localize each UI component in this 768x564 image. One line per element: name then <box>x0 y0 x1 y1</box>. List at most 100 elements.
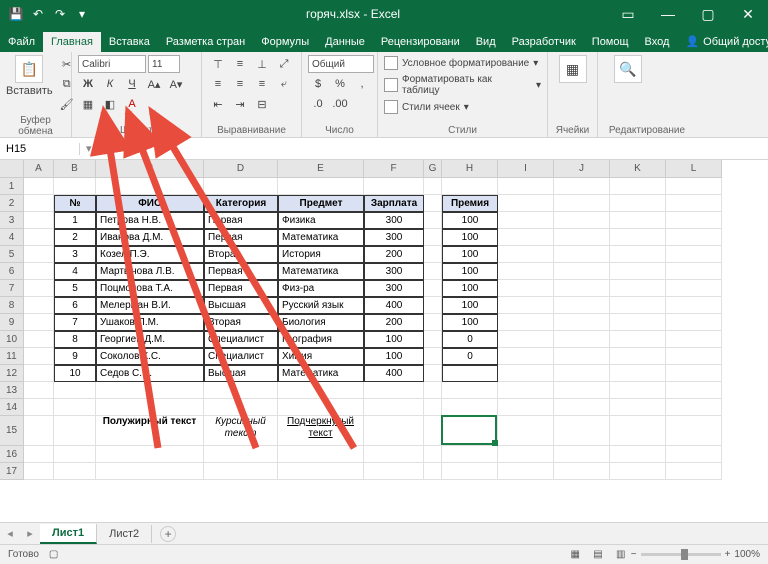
cell-G11[interactable] <box>424 348 442 365</box>
cell-G3[interactable] <box>424 212 442 229</box>
cell-B5[interactable]: 3 <box>54 246 96 263</box>
cell-C1[interactable] <box>96 178 204 195</box>
cell-G12[interactable] <box>424 365 442 382</box>
cell-J15[interactable] <box>554 416 610 446</box>
view-page-layout-icon[interactable]: ▤ <box>588 549 608 560</box>
zoom-slider[interactable] <box>641 553 721 556</box>
tab-insert[interactable]: Вставка <box>101 32 158 52</box>
cell-C5[interactable]: Козел П.Э. <box>96 246 204 263</box>
cell-H8[interactable]: 100 <box>442 297 498 314</box>
cell-F9[interactable]: 200 <box>364 314 424 331</box>
cell-C6[interactable]: Мартынова Л.В. <box>96 263 204 280</box>
cell-J14[interactable] <box>554 399 610 416</box>
cell-G2[interactable] <box>424 195 442 212</box>
cell-L9[interactable] <box>666 314 722 331</box>
name-box[interactable]: H15 <box>0 143 80 155</box>
cell-K9[interactable] <box>610 314 666 331</box>
cell-B4[interactable]: 2 <box>54 229 96 246</box>
cell-B14[interactable] <box>54 399 96 416</box>
sheet-nav-prev[interactable]: ◂ <box>0 527 20 540</box>
cell-L1[interactable] <box>666 178 722 195</box>
cell-A11[interactable] <box>24 348 54 365</box>
cell-F5[interactable]: 200 <box>364 246 424 263</box>
italic-button[interactable]: К <box>100 75 120 93</box>
select-all-corner[interactable] <box>0 160 24 178</box>
cell-B8[interactable]: 6 <box>54 297 96 314</box>
cell-K10[interactable] <box>610 331 666 348</box>
cell-K2[interactable] <box>610 195 666 212</box>
add-sheet-button[interactable]: + <box>160 526 176 542</box>
col-header-B[interactable]: B <box>54 160 96 178</box>
sheet-nav-next[interactable]: ▸ <box>20 527 40 540</box>
cell-H16[interactable] <box>442 446 498 463</box>
col-header-C[interactable]: C <box>96 160 204 178</box>
cell-A3[interactable] <box>24 212 54 229</box>
cell-J7[interactable] <box>554 280 610 297</box>
tab-login[interactable]: Вход <box>637 32 678 52</box>
cell-H2[interactable]: Премия <box>442 195 498 212</box>
macro-record-icon[interactable]: ▢ <box>49 549 58 560</box>
cell-D1[interactable] <box>204 178 278 195</box>
cell-A9[interactable] <box>24 314 54 331</box>
cell-F8[interactable]: 400 <box>364 297 424 314</box>
qat-dropdown-icon[interactable]: ▾ <box>72 4 92 24</box>
bold-button[interactable]: Ж <box>78 75 98 93</box>
cell-E12[interactable]: Математика <box>278 365 364 382</box>
cell-C2[interactable]: ФИО <box>96 195 204 212</box>
cell-J16[interactable] <box>554 446 610 463</box>
cell-G16[interactable] <box>424 446 442 463</box>
cell-A10[interactable] <box>24 331 54 348</box>
cell-L12[interactable] <box>666 365 722 382</box>
cell-D11[interactable]: Специалист <box>204 348 278 365</box>
cell-L10[interactable] <box>666 331 722 348</box>
cell-J3[interactable] <box>554 212 610 229</box>
col-header-L[interactable]: L <box>666 160 722 178</box>
fx-icon[interactable]: fx <box>99 143 123 155</box>
cell-K15[interactable] <box>610 416 666 446</box>
cell-C10[interactable]: Георгиев Д.М. <box>96 331 204 348</box>
font-name-select[interactable]: Calibri <box>78 55 146 73</box>
cell-K4[interactable] <box>610 229 666 246</box>
cell-I8[interactable] <box>498 297 554 314</box>
cell-H5[interactable]: 100 <box>442 246 498 263</box>
cell-G13[interactable] <box>424 382 442 399</box>
cell-E7[interactable]: Физ-ра <box>278 280 364 297</box>
cell-E9[interactable]: Биология <box>278 314 364 331</box>
tab-formulas[interactable]: Формулы <box>253 32 317 52</box>
minimize-icon[interactable]: — <box>648 0 688 28</box>
cell-L16[interactable] <box>666 446 722 463</box>
row-header-13[interactable]: 13 <box>0 382 24 399</box>
tab-developer[interactable]: Разработчик <box>504 32 584 52</box>
percent-icon[interactable]: % <box>330 75 350 93</box>
cell-L14[interactable] <box>666 399 722 416</box>
cell-L8[interactable] <box>666 297 722 314</box>
row-header-1[interactable]: 1 <box>0 178 24 195</box>
cell-B12[interactable]: 10 <box>54 365 96 382</box>
tab-help[interactable]: Помощ <box>584 32 637 52</box>
cell-H4[interactable]: 100 <box>442 229 498 246</box>
cell-C9[interactable]: Ушаков П.М. <box>96 314 204 331</box>
cell-E5[interactable]: История <box>278 246 364 263</box>
cell-A12[interactable] <box>24 365 54 382</box>
decrease-font-icon[interactable]: A▾ <box>166 75 186 93</box>
col-header-A[interactable]: A <box>24 160 54 178</box>
cell-E6[interactable]: Математика <box>278 263 364 280</box>
align-center-icon[interactable]: ≡ <box>230 75 250 93</box>
editing-button[interactable]: 🔍 <box>604 55 652 83</box>
cell-E14[interactable] <box>278 399 364 416</box>
cell-J8[interactable] <box>554 297 610 314</box>
cell-G17[interactable] <box>424 463 442 480</box>
cell-H14[interactable] <box>442 399 498 416</box>
cell-J5[interactable] <box>554 246 610 263</box>
cell-G15[interactable] <box>424 416 442 446</box>
cell-C16[interactable] <box>96 446 204 463</box>
cell-I12[interactable] <box>498 365 554 382</box>
cell-J11[interactable] <box>554 348 610 365</box>
cell-H1[interactable] <box>442 178 498 195</box>
cell-I10[interactable] <box>498 331 554 348</box>
cell-D8[interactable]: Высшая <box>204 297 278 314</box>
cell-F15[interactable] <box>364 416 424 446</box>
cell-I3[interactable] <box>498 212 554 229</box>
cell-F10[interactable]: 100 <box>364 331 424 348</box>
cell-B13[interactable] <box>54 382 96 399</box>
